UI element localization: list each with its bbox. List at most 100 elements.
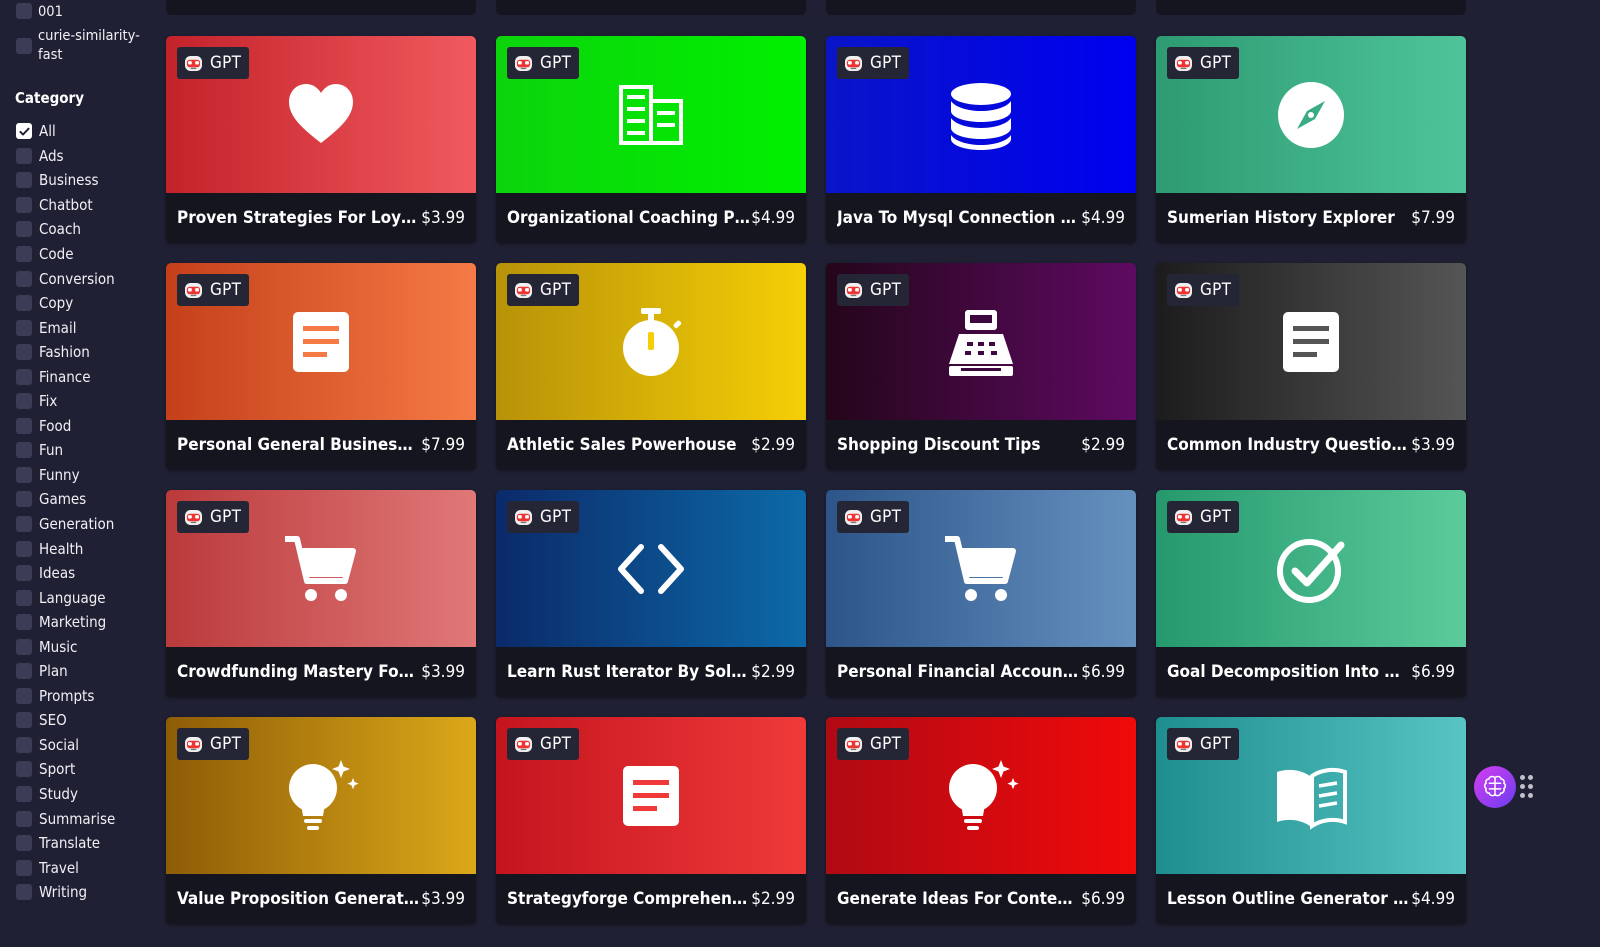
prompt-card[interactable]: GPTPersonal General Business He...$7.99 [166, 263, 476, 470]
category-filter-social[interactable]: Social [16, 733, 115, 758]
prompt-card[interactable]: GPT Java To Mysql Connection Wit... $4.99 [826, 36, 1136, 243]
checkbox[interactable] [16, 466, 32, 483]
prompt-card[interactable]: GPTLesson Outline Generator Wit...$4.99 [1156, 717, 1466, 924]
checkbox[interactable] [16, 516, 32, 533]
prompt-card[interactable]: GPTOrganizational Coaching Proc...$4.99 [496, 36, 806, 243]
checkbox[interactable] [16, 344, 32, 361]
category-filter-music[interactable]: Music [16, 634, 115, 659]
checkbox[interactable] [16, 196, 32, 213]
checkbox[interactable] [16, 687, 32, 704]
checkbox[interactable] [16, 319, 32, 336]
category-filter-generation[interactable]: Generation [16, 512, 115, 537]
checkbox[interactable] [16, 835, 32, 852]
checkbox[interactable] [16, 810, 32, 827]
card-partial[interactable] [496, 0, 806, 15]
category-label: Sport [39, 760, 76, 779]
checkbox[interactable] [16, 417, 32, 434]
checkbox[interactable] [16, 712, 32, 729]
category-filter-copy[interactable]: Copy [16, 291, 115, 316]
checkbox[interactable] [16, 565, 32, 582]
checkbox[interactable] [16, 786, 32, 803]
prompt-card[interactable]: GPT Shopping Discount Tips $2.99 [826, 263, 1136, 470]
category-filter-health[interactable]: Health [16, 536, 115, 561]
prompt-card[interactable]: GPT Sumerian History Explorer $7.99 [1156, 36, 1466, 243]
category-filter-marketing[interactable]: Marketing [16, 610, 115, 635]
checkbox[interactable] [16, 3, 32, 19]
category-filter-business[interactable]: Business [16, 168, 115, 193]
prompt-card[interactable]: GPT Personal Financial Accountant $6.99 [826, 490, 1136, 697]
category-filter-prompts[interactable]: Prompts [16, 684, 115, 709]
category-filter-writing[interactable]: Writing [16, 880, 115, 905]
category-filter-ideas[interactable]: Ideas [16, 561, 115, 586]
category-filter-finance[interactable]: Finance [16, 364, 115, 389]
card-footer: Organizational Coaching Proc...$4.99 [496, 193, 806, 243]
prompt-card[interactable]: GPT Goal Decomposition Into Micr... $6.99 [1156, 490, 1466, 697]
assistant-brain-button[interactable] [1474, 766, 1516, 808]
checkbox[interactable] [16, 761, 32, 778]
prompt-card[interactable]: GPTCrowdfunding Mastery Forbes...$3.99 [166, 490, 476, 697]
card-icon-wrap [166, 717, 476, 874]
category-filter-travel[interactable]: Travel [16, 855, 115, 880]
category-label: Conversion [39, 269, 115, 288]
category-label: Study [39, 785, 78, 804]
card-title: Sumerian History Explorer [1167, 208, 1395, 228]
checkbox[interactable] [16, 638, 32, 655]
category-filter-conversion[interactable]: Conversion [16, 266, 115, 291]
category-filter-fun[interactable]: Fun [16, 438, 115, 463]
checkbox[interactable] [16, 663, 32, 680]
checkbox[interactable] [16, 246, 32, 262]
prompt-card[interactable]: GPTStrategyforge Comprehensive...$2.99 [496, 717, 806, 924]
card-partial[interactable] [1156, 0, 1466, 15]
category-filter-ads[interactable]: Ads [16, 144, 115, 169]
category-filter-code[interactable]: Code [16, 242, 115, 267]
checkbox[interactable] [16, 295, 32, 312]
checkbox[interactable] [16, 589, 32, 606]
checkbox[interactable] [16, 614, 32, 631]
category-filter-plan[interactable]: Plan [16, 659, 115, 684]
checkbox[interactable] [16, 270, 32, 287]
category-filter-email[interactable]: Email [16, 315, 115, 340]
prompt-card[interactable]: GPT Athletic Sales Powerhouse $2.99 [496, 263, 806, 470]
category-filter-summarise[interactable]: Summarise [16, 806, 115, 831]
prompt-card[interactable]: GPT Learn Rust Iterator By Solvin... $2.99 [496, 490, 806, 697]
drag-handle[interactable] [1520, 775, 1534, 799]
category-filter-food[interactable]: Food [16, 414, 115, 439]
checkbox[interactable] [16, 147, 32, 164]
checkbox[interactable] [16, 221, 32, 238]
checkbox[interactable] [16, 884, 32, 901]
prompt-card[interactable]: GPTGenerate Ideas For Content C...$6.99 [826, 717, 1136, 924]
checkbox[interactable] [16, 736, 32, 753]
model-label: 001 [38, 4, 63, 20]
card-partial[interactable] [826, 0, 1136, 15]
category-filter-translate[interactable]: Translate [16, 831, 115, 856]
card-title: Athletic Sales Powerhouse [507, 435, 737, 455]
category-filter-seo[interactable]: SEO [16, 708, 115, 733]
prompt-card[interactable]: GPTProven Strategies For Loyalty...$3.99 [166, 36, 476, 243]
category-filter-fix[interactable]: Fix [16, 389, 115, 414]
model-filter-001[interactable]: 001 [16, 3, 63, 22]
card-partial[interactable] [166, 0, 476, 15]
checkbox[interactable] [16, 172, 32, 189]
code-icon [618, 543, 684, 594]
checkbox[interactable] [16, 38, 32, 54]
model-filter-curie-similarity-fast[interactable]: curie-similarity-fast [16, 27, 150, 65]
prompt-card[interactable]: GPT Common Industry Questions ... $3.99 [1156, 263, 1466, 470]
prompt-card[interactable]: GPT Value Proposition Generator $3.99 [166, 717, 476, 924]
category-filter-fashion[interactable]: Fashion [16, 340, 115, 365]
checkbox[interactable] [16, 123, 32, 140]
checkbox[interactable] [16, 442, 32, 459]
category-label: Social [39, 735, 80, 754]
category-filter-chatbot[interactable]: Chatbot [16, 193, 115, 218]
checkbox[interactable] [16, 491, 32, 508]
category-filter-all[interactable]: All [16, 119, 115, 144]
checkbox[interactable] [16, 859, 32, 876]
checkbox[interactable] [16, 393, 32, 410]
category-filter-language[interactable]: Language [16, 585, 115, 610]
category-filter-coach[interactable]: Coach [16, 217, 115, 242]
checkbox[interactable] [16, 540, 32, 557]
checkbox[interactable] [16, 368, 32, 385]
category-filter-study[interactable]: Study [16, 782, 115, 807]
category-filter-games[interactable]: Games [16, 487, 115, 512]
category-filter-sport[interactable]: Sport [16, 757, 115, 782]
category-filter-funny[interactable]: Funny [16, 463, 115, 488]
